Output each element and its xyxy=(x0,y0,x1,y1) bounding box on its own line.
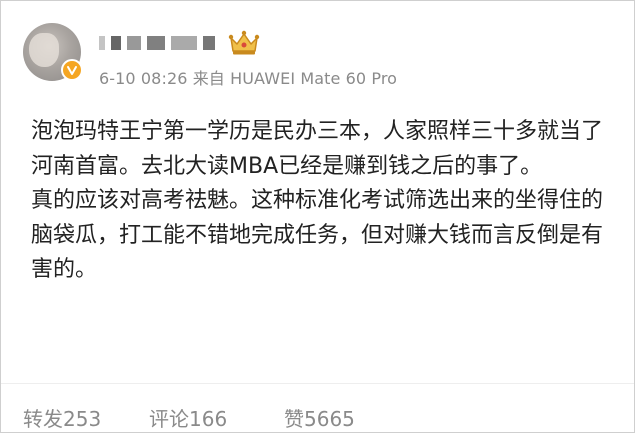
divider xyxy=(1,383,634,384)
post-meta: 6-10 08:26 来自 HUAWEI Mate 60 Pro xyxy=(99,69,398,88)
repost-button[interactable]: 转发253 xyxy=(23,403,101,432)
author-name-redacted[interactable] xyxy=(99,34,215,52)
like-button[interactable]: 赞5665 xyxy=(284,403,355,432)
verified-v-icon xyxy=(61,59,83,81)
post-paragraph: 泡泡玛特王宁第一学历是民办三本，人家照样三十多就当了河南首富。去北大读MBA已经… xyxy=(31,119,604,179)
post-paragraph: 真的应该对高考祛魅。这种标准化考试筛选出来的坐得住的脑袋瓜，打工能不错地完成任务… xyxy=(31,188,604,282)
comment-button[interactable]: 评论166 xyxy=(149,403,227,432)
post-content: 泡泡玛特王宁第一学历是民办三本，人家照样三十多就当了河南首富。去北大读MBA已经… xyxy=(31,115,611,288)
avatar-photo xyxy=(29,33,59,67)
weibo-post-card: 6-10 08:26 来自 HUAWEI Mate 60 Pro 泡泡玛特王宁第… xyxy=(0,0,635,433)
crown-badge-icon[interactable] xyxy=(227,29,261,57)
